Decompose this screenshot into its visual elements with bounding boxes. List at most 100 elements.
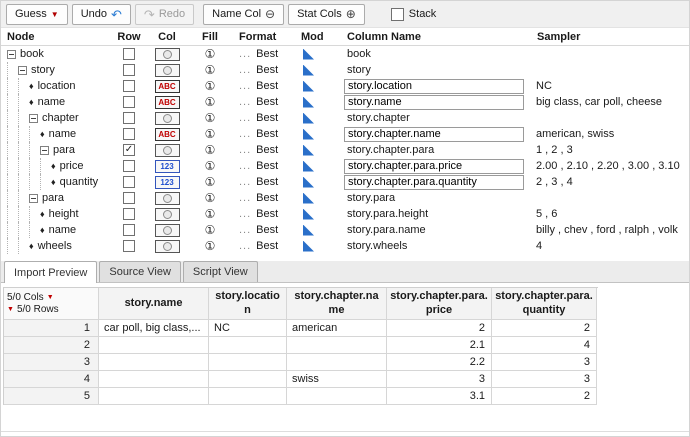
continuous-modeling-icon[interactable] <box>303 209 314 220</box>
tree-node-height[interactable]: height <box>1 206 113 222</box>
format-more-button[interactable]: ... <box>239 64 251 76</box>
collapse-icon[interactable] <box>29 194 38 203</box>
name-col-button[interactable]: Name Col ⊖ <box>203 4 284 25</box>
clock-icon[interactable] <box>155 64 180 77</box>
tree-node-name[interactable]: name <box>1 94 113 110</box>
stack-checkbox[interactable] <box>391 8 404 21</box>
tree-node-chapter-name[interactable]: name <box>1 126 113 142</box>
tab-script-view[interactable]: Script View <box>183 261 258 282</box>
continuous-modeling-icon[interactable] <box>303 241 314 252</box>
columns-menu[interactable]: 5/0 Cols ▼ <box>7 292 95 303</box>
column-name-input[interactable] <box>344 95 524 110</box>
tree-node-location[interactable]: location <box>1 78 113 94</box>
format-value[interactable]: Best <box>256 192 278 204</box>
row-checkbox[interactable] <box>123 208 135 220</box>
continuous-modeling-icon[interactable] <box>303 49 314 60</box>
column-name-input[interactable] <box>344 79 524 94</box>
fill-one-icon[interactable]: ① <box>205 224 216 236</box>
character-type-icon[interactable]: ABC <box>155 128 180 141</box>
row-checkbox[interactable] <box>123 160 135 172</box>
format-value[interactable]: Best <box>256 160 278 172</box>
fill-one-icon[interactable]: ① <box>205 112 216 124</box>
format-more-button[interactable]: ... <box>239 80 251 92</box>
row-checkbox[interactable] <box>123 64 135 76</box>
redo-button[interactable]: ↷ Redo <box>135 4 194 25</box>
column-name-input[interactable] <box>344 159 524 174</box>
format-value[interactable]: Best <box>256 112 278 124</box>
continuous-modeling-icon[interactable] <box>303 129 314 140</box>
fill-one-icon[interactable]: ① <box>205 176 216 188</box>
tab-import-preview[interactable]: Import Preview <box>4 261 97 283</box>
numeric-type-icon[interactable]: 123 <box>155 160 180 173</box>
fill-one-icon[interactable]: ① <box>205 240 216 252</box>
format-more-button[interactable]: ... <box>239 112 251 124</box>
fill-one-icon[interactable]: ① <box>205 192 216 204</box>
row-checkbox[interactable] <box>123 176 135 188</box>
tree-node-chapter-para[interactable]: para <box>1 142 113 158</box>
rows-menu[interactable]: ▼ 5/0 Rows <box>7 304 95 315</box>
fill-one-icon[interactable]: ① <box>205 64 216 76</box>
continuous-modeling-icon[interactable] <box>303 161 314 172</box>
fill-one-icon[interactable]: ① <box>205 160 216 172</box>
collapse-icon[interactable] <box>7 50 16 59</box>
clock-icon[interactable] <box>155 240 180 253</box>
format-more-button[interactable]: ... <box>239 96 251 108</box>
tree-node-quantity[interactable]: quantity <box>1 174 113 190</box>
fill-one-icon[interactable]: ① <box>205 208 216 220</box>
format-more-button[interactable]: ... <box>239 176 251 188</box>
character-type-icon[interactable]: ABC <box>155 80 180 93</box>
tree-node-para-name[interactable]: name <box>1 222 113 238</box>
format-value[interactable]: Best <box>256 80 278 92</box>
collapse-icon[interactable] <box>18 66 27 75</box>
fill-one-icon[interactable]: ① <box>205 80 216 92</box>
format-more-button[interactable]: ... <box>239 48 251 60</box>
tree-node-story[interactable]: story <box>1 62 113 78</box>
format-value[interactable]: Best <box>256 224 278 236</box>
tree-node-wheels[interactable]: wheels <box>1 238 113 254</box>
continuous-modeling-icon[interactable] <box>303 65 314 76</box>
format-value[interactable]: Best <box>256 128 278 140</box>
format-more-button[interactable]: ... <box>239 192 251 204</box>
row-checkbox[interactable] <box>123 192 135 204</box>
column-name-input[interactable] <box>344 175 524 190</box>
format-more-button[interactable]: ... <box>239 224 251 236</box>
fill-one-icon[interactable]: ① <box>205 128 216 140</box>
continuous-modeling-icon[interactable] <box>303 193 314 204</box>
continuous-modeling-icon[interactable] <box>303 113 314 124</box>
continuous-modeling-icon[interactable] <box>303 177 314 188</box>
format-more-button[interactable]: ... <box>239 160 251 172</box>
row-checkbox[interactable] <box>123 224 135 236</box>
undo-button[interactable]: Undo ↶ <box>72 4 131 25</box>
row-checkbox[interactable] <box>123 80 135 92</box>
clock-icon[interactable] <box>155 224 180 237</box>
tree-node-chapter[interactable]: chapter <box>1 110 113 126</box>
column-name-input[interactable] <box>344 127 524 142</box>
guess-button[interactable]: Guess ▼ <box>6 4 68 25</box>
numeric-type-icon[interactable]: 123 <box>155 176 180 189</box>
format-more-button[interactable]: ... <box>239 144 251 156</box>
stat-cols-button[interactable]: Stat Cols ⊕ <box>288 4 365 25</box>
fill-one-icon[interactable]: ① <box>205 48 216 60</box>
tab-source-view[interactable]: Source View <box>99 261 181 282</box>
row-checkbox[interactable] <box>123 96 135 108</box>
tree-node-price[interactable]: price <box>1 158 113 174</box>
row-checkbox[interactable] <box>123 240 135 252</box>
row-checkbox[interactable] <box>123 112 135 124</box>
format-value[interactable]: Best <box>256 48 278 60</box>
format-value[interactable]: Best <box>256 176 278 188</box>
character-type-icon[interactable]: ABC <box>155 96 180 109</box>
collapse-icon[interactable] <box>40 146 49 155</box>
row-checkbox[interactable] <box>123 128 135 140</box>
clock-icon[interactable] <box>155 112 180 125</box>
format-more-button[interactable]: ... <box>239 240 251 252</box>
format-value[interactable]: Best <box>256 208 278 220</box>
format-value[interactable]: Best <box>256 96 278 108</box>
fill-one-icon[interactable]: ① <box>205 144 216 156</box>
format-value[interactable]: Best <box>256 64 278 76</box>
row-checkbox[interactable]: ✓ <box>123 144 135 156</box>
continuous-modeling-icon[interactable] <box>303 145 314 156</box>
clock-icon[interactable] <box>155 208 180 221</box>
row-checkbox[interactable] <box>123 48 135 60</box>
clock-icon[interactable] <box>155 144 180 157</box>
format-value[interactable]: Best <box>256 240 278 252</box>
